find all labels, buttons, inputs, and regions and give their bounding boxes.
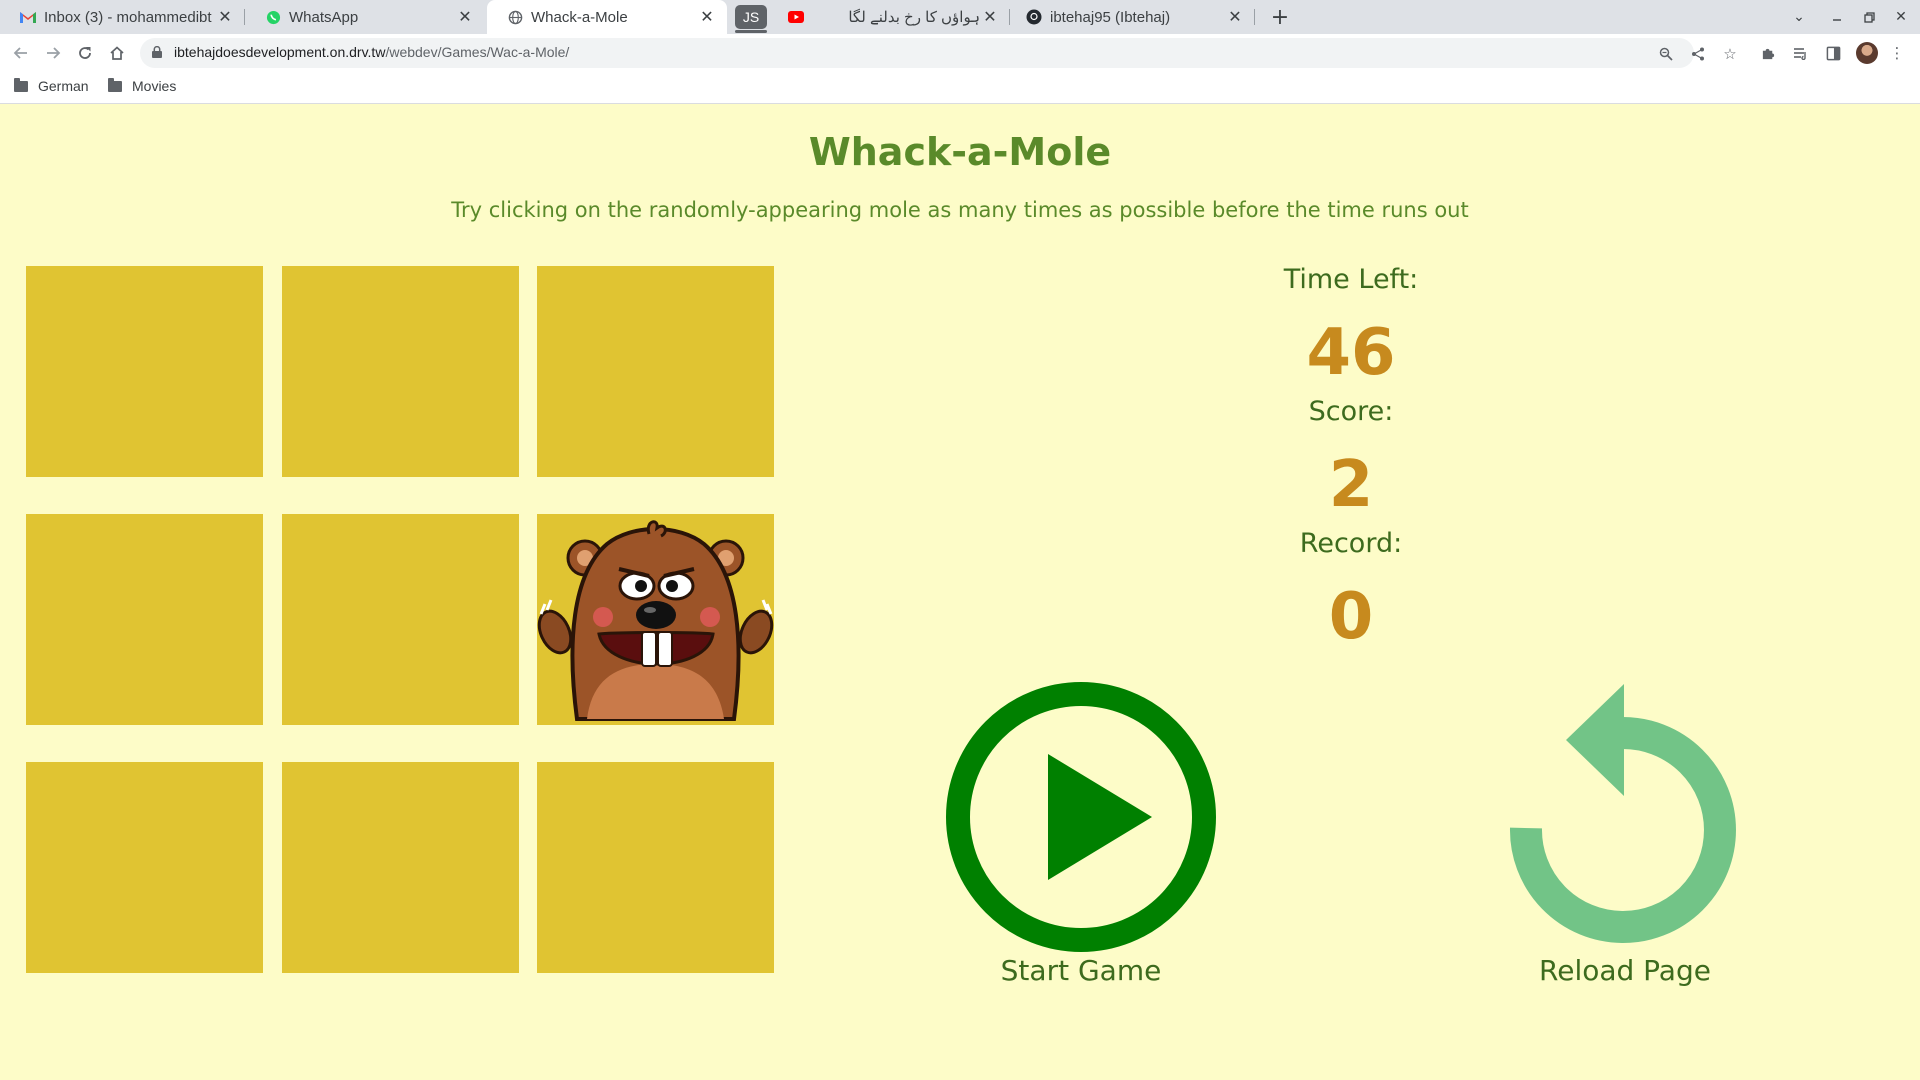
tab-title: ہواؤں کا رخ بدلنے لگا bbox=[848, 9, 980, 26]
browser-toolbar: ibtehajdoesdevelopment.on.drv.tw/webdev/… bbox=[0, 34, 1920, 72]
bookmark-folder-movies[interactable]: Movies bbox=[108, 77, 177, 94]
folder-icon bbox=[14, 77, 28, 92]
url-path: /webdev/Games/Wac-a-Mole/ bbox=[385, 44, 570, 60]
close-tab-icon[interactable]: ✕ bbox=[980, 7, 1000, 27]
grid-square-4[interactable] bbox=[26, 514, 263, 725]
home-icon[interactable] bbox=[104, 40, 130, 66]
gmail-icon bbox=[20, 9, 36, 25]
bookmark-folder-german[interactable]: German bbox=[14, 77, 89, 94]
reload-icon[interactable] bbox=[72, 40, 98, 66]
tab-whatsapp[interactable]: WhatsApp ✕ bbox=[245, 0, 485, 34]
score-label: Score: bbox=[1308, 396, 1394, 427]
close-tab-icon[interactable]: ✕ bbox=[215, 7, 235, 27]
extensions-icon[interactable] bbox=[1757, 42, 1779, 64]
folder-icon bbox=[108, 77, 122, 92]
bookmark-label: German bbox=[38, 78, 89, 94]
menu-icon[interactable]: ⋮ bbox=[1886, 42, 1908, 64]
tab-strip: Inbox (3) - mohammedibt ✕ WhatsApp ✕ Wha… bbox=[0, 0, 1920, 34]
whatsapp-icon bbox=[265, 9, 281, 25]
mole-icon[interactable] bbox=[537, 514, 774, 725]
reload-page-button[interactable] bbox=[1500, 680, 1750, 950]
tab-group-label[interactable]: JS bbox=[735, 5, 767, 29]
reading-list-icon[interactable] bbox=[1790, 42, 1812, 64]
page-title: Whack-a-Mole bbox=[808, 130, 1112, 174]
minimize-icon[interactable] bbox=[1820, 0, 1854, 34]
tab-github[interactable]: ibtehaj95 (Ibtehaj) ✕ bbox=[1010, 0, 1255, 34]
bookmark-label: Movies bbox=[132, 78, 177, 94]
globe-icon bbox=[507, 9, 523, 25]
record-label: Record: bbox=[1299, 528, 1403, 559]
grid-square-8[interactable] bbox=[282, 762, 519, 973]
grid-square-2[interactable] bbox=[282, 266, 519, 477]
side-panel-icon[interactable] bbox=[1822, 42, 1844, 64]
forward-icon[interactable] bbox=[40, 40, 66, 66]
new-tab-button[interactable]: + bbox=[1266, 3, 1294, 31]
grid-square-1[interactable] bbox=[26, 266, 263, 477]
close-tab-icon[interactable]: ✕ bbox=[697, 7, 717, 27]
url-text[interactable]: ibtehajdoesdevelopment.on.drv.tw/webdev/… bbox=[174, 44, 569, 60]
grid-square-3[interactable] bbox=[537, 266, 774, 477]
tab-youtube[interactable]: ہواؤں کا رخ بدلنے لگا ✕ bbox=[770, 0, 1010, 34]
share-icon[interactable] bbox=[1688, 44, 1708, 64]
close-tab-icon[interactable]: ✕ bbox=[1225, 7, 1245, 27]
tab-search-icon[interactable]: ⌄ bbox=[1782, 0, 1816, 34]
url-domain: ibtehajdoesdevelopment.on.drv.tw bbox=[174, 44, 386, 60]
lock-icon[interactable] bbox=[152, 46, 162, 58]
close-window-icon[interactable]: ✕ bbox=[1884, 0, 1918, 34]
play-icon bbox=[1048, 754, 1152, 880]
start-game-button[interactable] bbox=[944, 682, 1218, 952]
time-left-label: Time Left: bbox=[1283, 264, 1419, 295]
zoom-icon[interactable] bbox=[1656, 44, 1676, 64]
tab-title: ibtehaj95 (Ibtehaj) bbox=[1050, 8, 1171, 26]
github-icon bbox=[1026, 9, 1042, 25]
profile-avatar[interactable] bbox=[1856, 42, 1878, 64]
record-value: 0 bbox=[1328, 580, 1374, 654]
tab-title: WhatsApp bbox=[289, 8, 359, 26]
bookmark-star-icon[interactable]: ☆ bbox=[1720, 44, 1740, 64]
youtube-icon bbox=[788, 9, 804, 25]
tab-title: Whack-a-Mole bbox=[531, 8, 628, 26]
tab-inbox[interactable]: Inbox (3) - mohammedibt ✕ bbox=[0, 0, 245, 34]
tab-title: Inbox (3) - mohammedibt bbox=[44, 8, 212, 26]
back-icon[interactable] bbox=[8, 40, 34, 66]
close-tab-icon[interactable]: ✕ bbox=[455, 7, 475, 27]
address-bar[interactable]: ibtehajdoesdevelopment.on.drv.tw/webdev/… bbox=[140, 38, 1737, 68]
grid-square-6[interactable] bbox=[537, 514, 774, 725]
page-subtitle: Try clicking on the randomly-appearing m… bbox=[451, 198, 1469, 222]
start-game-label[interactable]: Start Game bbox=[944, 954, 1218, 987]
time-left-value: 46 bbox=[1306, 316, 1396, 390]
restore-icon[interactable] bbox=[1852, 0, 1886, 34]
bookmarks-bar: German Movies bbox=[0, 72, 1920, 104]
grid-square-5[interactable] bbox=[282, 514, 519, 725]
reload-arrowhead-icon bbox=[1566, 684, 1624, 796]
score-value: 2 bbox=[1328, 448, 1374, 522]
tab-whack-a-mole[interactable]: Whack-a-Mole ✕ bbox=[487, 0, 727, 34]
game-page: Whack-a-Mole Try clicking on the randoml… bbox=[0, 104, 1920, 1080]
grid-square-7[interactable] bbox=[26, 762, 263, 973]
grid-square-9[interactable] bbox=[537, 762, 774, 973]
reload-page-label[interactable]: Reload Page bbox=[1485, 954, 1765, 987]
